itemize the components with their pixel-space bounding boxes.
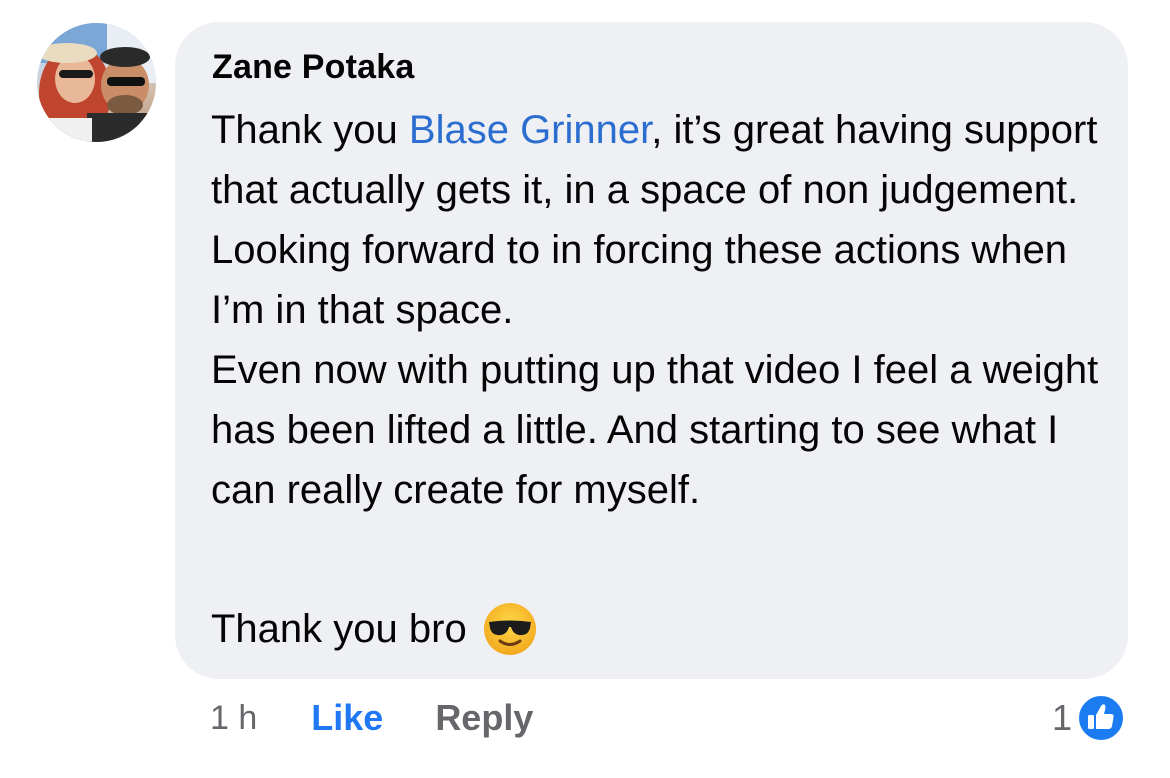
like-icon — [1077, 694, 1126, 742]
sunglasses-emoji-icon — [483, 603, 536, 655]
comment: Zane Potaka Thank you Blase Grinner, it’… — [0, 0, 1170, 778]
avatar-photo — [37, 23, 156, 142]
comment-actions: 1 h Like Reply — [210, 692, 533, 744]
comment-closing-line: Thank you bro — [211, 599, 537, 659]
comment-author[interactable]: Zane Potaka — [212, 48, 415, 87]
mention-link[interactable]: Blase Grinner — [409, 108, 651, 152]
comment-text-before-mention: Thank you — [211, 108, 409, 152]
reply-button[interactable]: Reply — [435, 697, 533, 739]
comment-closing-text: Thank you bro — [211, 607, 467, 651]
comment-timestamp[interactable]: 1 h — [210, 699, 257, 738]
reaction-summary[interactable]: 1 — [1052, 692, 1126, 744]
comment-body: Thank you Blase Grinner, it’s great havi… — [211, 100, 1111, 520]
comment-paragraph-1: Thank you Blase Grinner, it’s great havi… — [211, 100, 1111, 340]
reaction-count: 1 — [1052, 697, 1073, 738]
like-button[interactable]: Like — [311, 697, 383, 739]
avatar[interactable] — [37, 23, 156, 142]
comment-paragraph-2: Even now with putting up that video I fe… — [211, 348, 1099, 512]
